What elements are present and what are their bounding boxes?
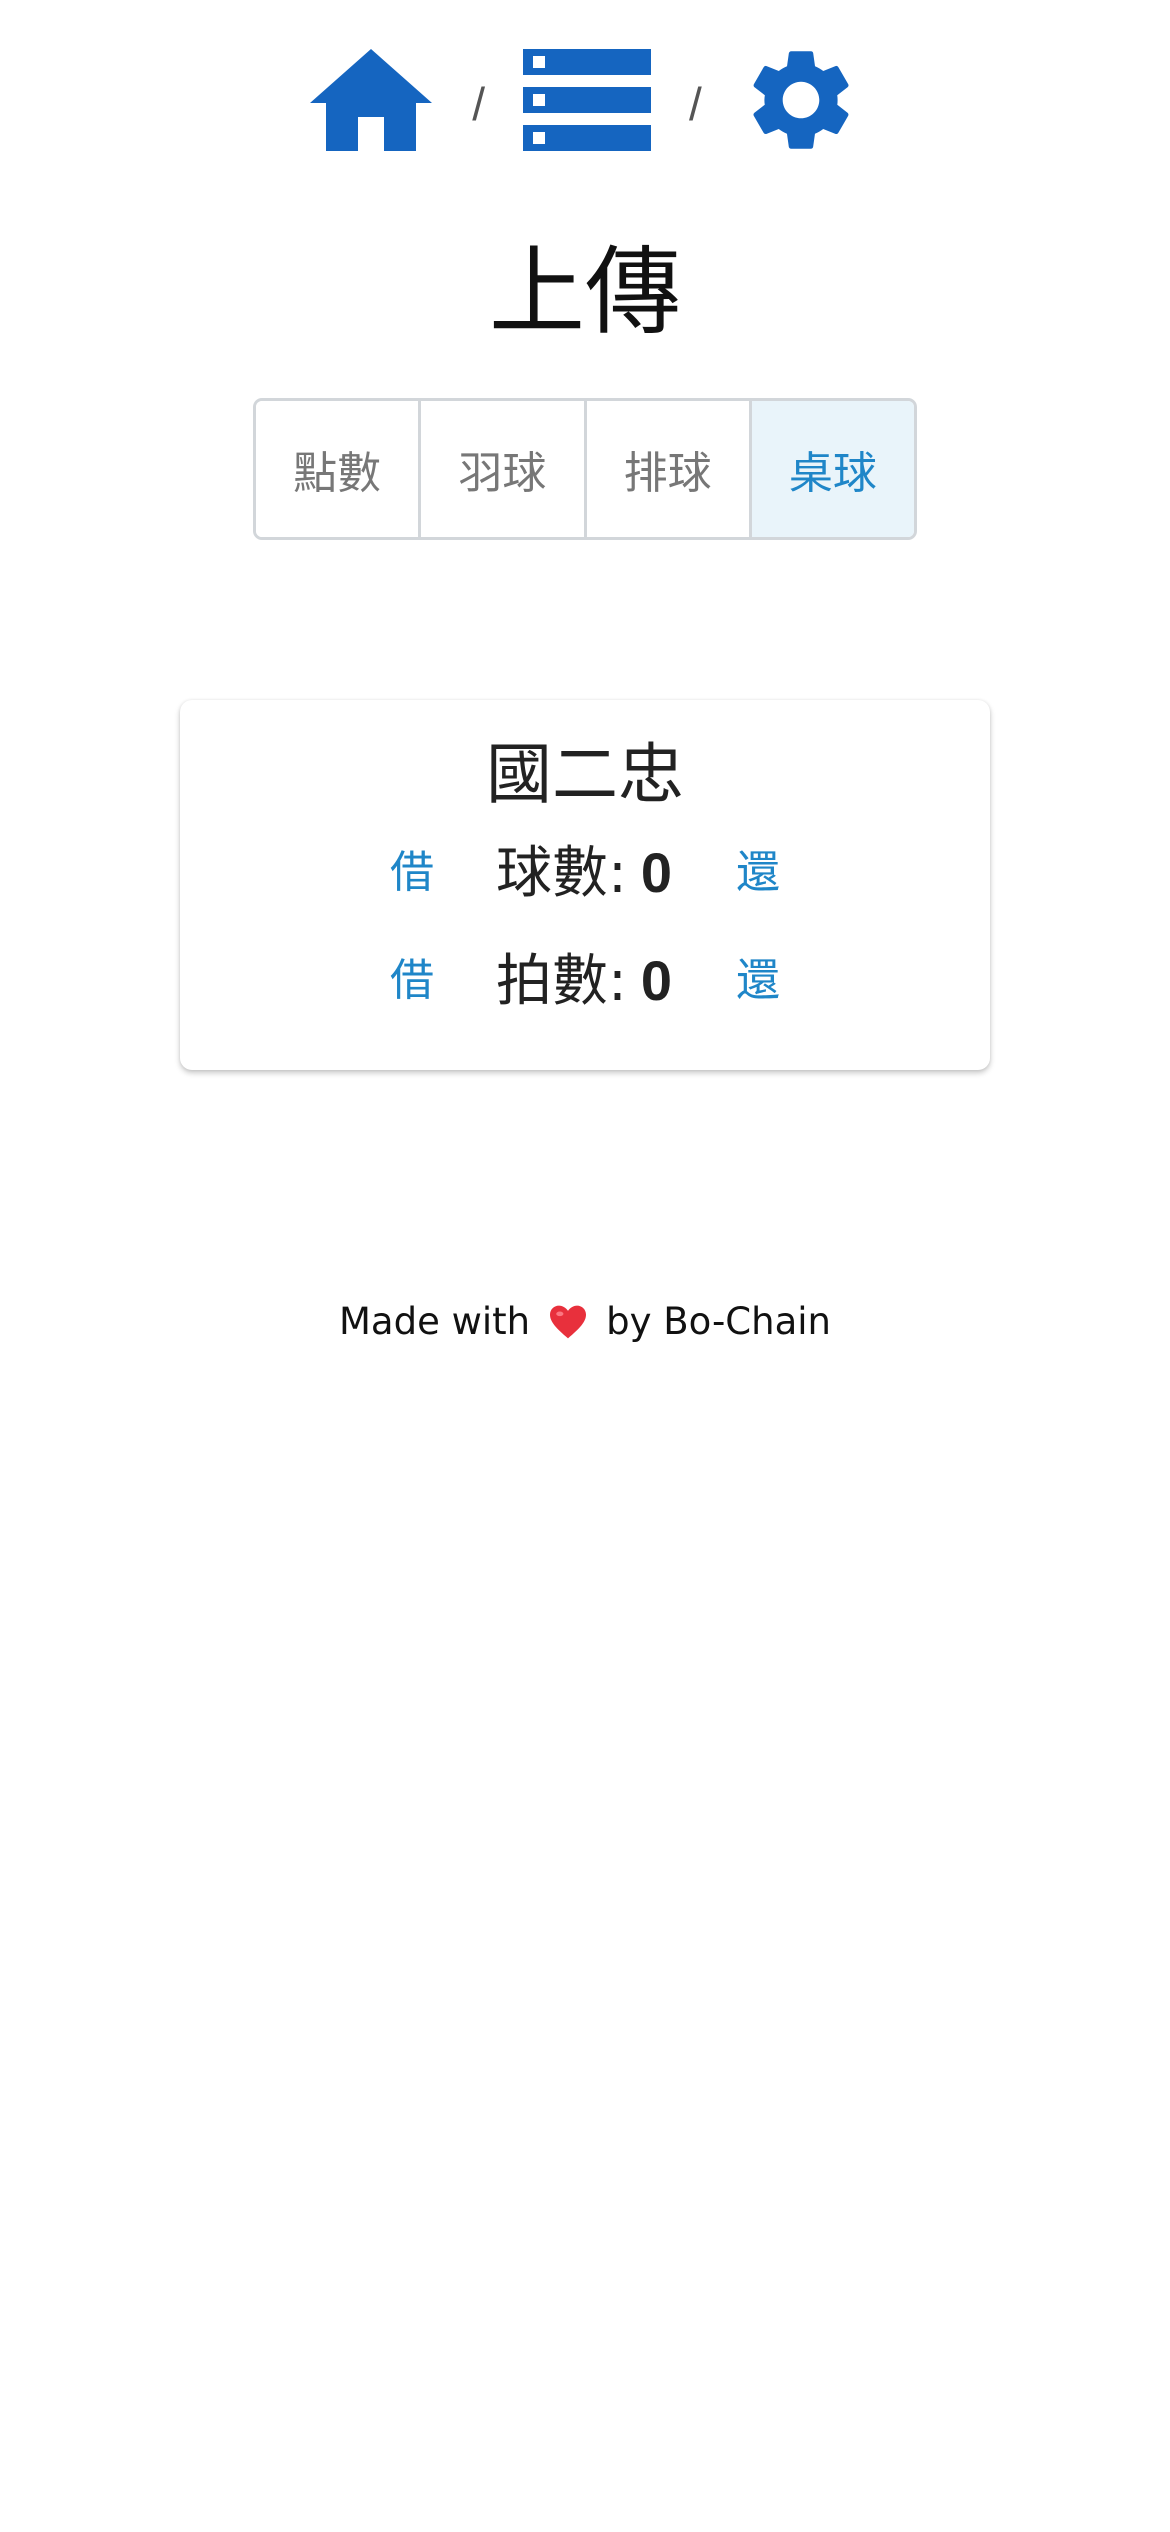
footer-prefix: Made with (339, 1300, 531, 1343)
racket-count-name: 拍數 (496, 949, 608, 1014)
footer: Made with by Bo-Chain (0, 1300, 1170, 1343)
ball-count-value: 0 (640, 841, 673, 904)
return-racket-button[interactable]: 還 (736, 941, 780, 1021)
racket-count-value: 0 (640, 949, 673, 1012)
breadcrumb-separator: / (472, 78, 485, 130)
borrow-ball-button[interactable]: 借 (390, 833, 434, 913)
breadcrumb-separator: / (689, 78, 702, 130)
tab-points[interactable]: 點數 (256, 401, 422, 537)
tab-table-tennis[interactable]: 桌球 (751, 401, 914, 537)
tab-volleyball[interactable]: 排球 (586, 401, 752, 537)
footer-suffix: by Bo-Chain (606, 1300, 831, 1343)
ball-count-name: 球數 (496, 841, 608, 906)
page-title: 上傳 (489, 236, 681, 348)
return-ball-button[interactable]: 還 (736, 833, 780, 913)
ball-count-label: 球數: 0 (496, 841, 673, 906)
class-card: 國二忠 借 球數: 0 還 借 拍數: 0 還 (180, 700, 990, 1070)
sport-tabs: 點數 羽球 排球 桌球 (253, 398, 917, 540)
racket-count-row: 借 拍數: 0 還 (180, 941, 990, 1021)
tab-badminton[interactable]: 羽球 (421, 401, 587, 537)
class-name: 國二忠 (486, 736, 684, 813)
top-nav: / / (0, 30, 1170, 170)
ball-count-row: 借 球數: 0 還 (180, 833, 990, 913)
borrow-racket-button[interactable]: 借 (390, 941, 434, 1021)
heart-icon (548, 1304, 588, 1340)
racket-count-label: 拍數: 0 (496, 949, 673, 1014)
gear-icon[interactable] (740, 39, 862, 161)
home-icon[interactable] (308, 45, 434, 155)
list-icon[interactable] (523, 49, 651, 151)
